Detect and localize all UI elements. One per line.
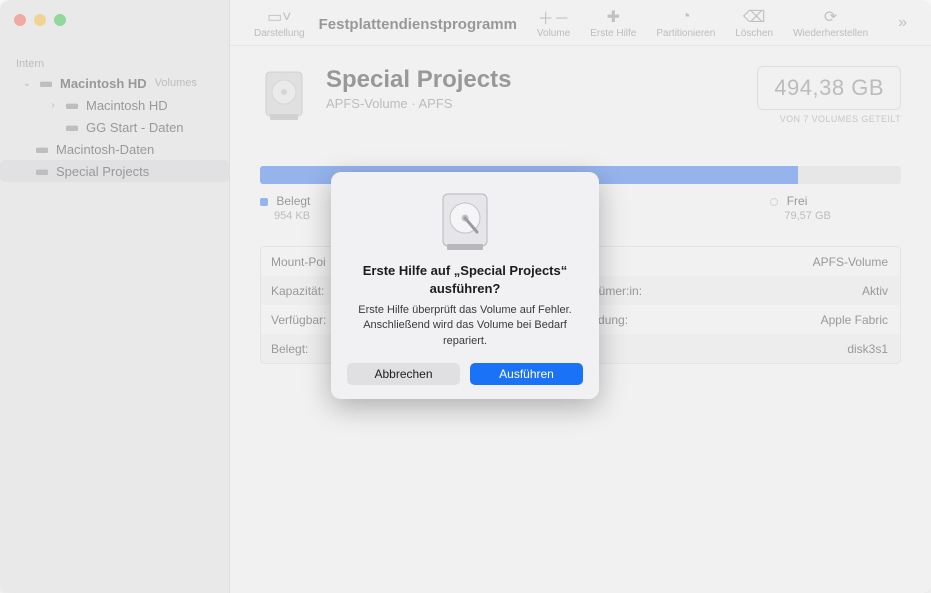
app-window: Intern ⌄ Macintosh HD Volumes › Macintos… [0, 0, 931, 593]
cancel-button[interactable]: Abbrechen [347, 363, 460, 385]
dialog-harddrive-icon [437, 190, 493, 254]
run-button[interactable]: Ausführen [470, 363, 583, 385]
dialog-body: Erste Hilfe überprüft das Volume auf Feh… [347, 303, 583, 363]
firstaid-dialog: Erste Hilfe auf „Special Projects“ ausfü… [331, 172, 599, 399]
dialog-title: Erste Hilfe auf „Special Projects“ ausfü… [347, 262, 583, 297]
